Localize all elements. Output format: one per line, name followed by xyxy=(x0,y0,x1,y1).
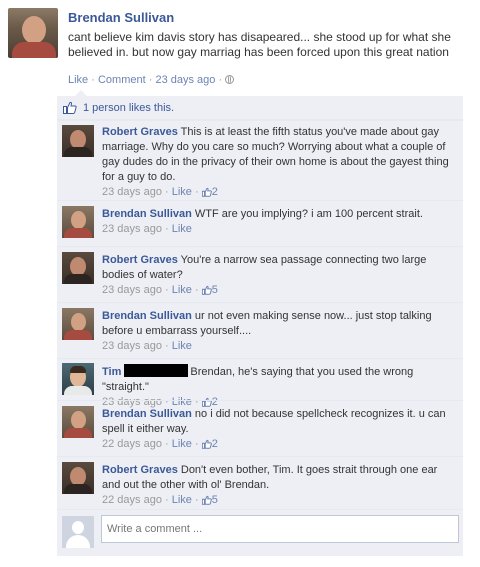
commenter-avatar[interactable] xyxy=(62,125,94,157)
comment-time[interactable]: 22 days ago xyxy=(102,494,162,506)
comment-like-link[interactable]: Like xyxy=(172,186,192,198)
comment-time[interactable]: 23 days ago xyxy=(102,284,162,296)
separator: · xyxy=(91,74,95,86)
likes-summary: 1 person likes this. xyxy=(57,96,463,120)
author-avatar[interactable] xyxy=(8,8,58,58)
commenter-avatar[interactable] xyxy=(62,363,94,395)
comment-time[interactable]: 23 days ago xyxy=(102,186,162,198)
comment-like-link[interactable]: Like xyxy=(172,223,192,235)
commenter-avatar[interactable] xyxy=(62,206,94,238)
comment-like-count[interactable]: 5 xyxy=(212,494,218,506)
comment-time[interactable]: 23 days ago xyxy=(102,223,162,235)
comment-author[interactable]: Brendan Sullivan xyxy=(102,408,192,420)
comment-like-count[interactable]: 2 xyxy=(212,438,218,450)
commenter-avatar[interactable] xyxy=(62,252,94,284)
comment-author[interactable]: Brendan Sullivan xyxy=(102,208,192,220)
thumbs-up-icon xyxy=(201,495,212,505)
post-actions: Like · Comment · 23 days ago · xyxy=(68,74,235,86)
comment-like-link[interactable]: Like xyxy=(172,284,192,296)
comment-like-link[interactable]: Like xyxy=(172,340,192,352)
likes-count-link[interactable]: 1 person likes this. xyxy=(83,102,174,114)
comment-input[interactable] xyxy=(101,515,459,543)
viewer-avatar xyxy=(62,516,94,548)
commenter-avatar[interactable] xyxy=(62,406,94,438)
comment-item: Robert Graves Don't even bother, Tim. It… xyxy=(57,456,463,509)
globe-icon[interactable] xyxy=(225,75,235,84)
post-timestamp[interactable]: 23 days ago xyxy=(155,74,215,86)
ufi-feedback-panel: 1 person likes this. Robert Graves This … xyxy=(57,90,463,556)
comment-like-link[interactable]: Like xyxy=(172,438,192,450)
post-text: cant believe kim davis story has disapea… xyxy=(68,30,451,59)
comment-like-count[interactable]: 5 xyxy=(212,284,218,296)
post-comment-link[interactable]: Comment xyxy=(98,74,146,86)
comment-meta: 23 days ago · Like · 2 xyxy=(102,186,218,198)
thumbs-up-icon xyxy=(201,439,212,449)
comment-like-link[interactable]: Like xyxy=(172,494,192,506)
comment-author[interactable]: Brendan Sullivan xyxy=(102,310,192,322)
commenter-avatar[interactable] xyxy=(62,308,94,340)
redaction-bar xyxy=(124,364,189,377)
post-like-link[interactable]: Like xyxy=(68,74,88,86)
comment-composer xyxy=(57,509,463,555)
comment-item: Brendan Sullivan ur not even making sens… xyxy=(57,302,463,358)
comment-item: Tim Brendan, he's saying that you used th… xyxy=(57,358,463,408)
comment-like-count[interactable]: 2 xyxy=(212,186,218,198)
comment-meta: 22 days ago · Like · 5 xyxy=(102,494,218,506)
thumbs-up-icon xyxy=(63,101,77,117)
commenter-avatar[interactable] xyxy=(62,462,94,494)
comment-author[interactable]: Robert Graves xyxy=(102,126,178,138)
thumbs-up-icon xyxy=(201,285,212,295)
post-author-name[interactable]: Brendan Sullivan xyxy=(68,10,174,25)
comment-author[interactable]: Robert Graves xyxy=(102,464,178,476)
comment-author[interactable]: Tim xyxy=(102,366,121,378)
comment-item: Robert Graves This is at least the fifth… xyxy=(57,120,463,200)
comment-meta: 23 days ago · Like xyxy=(102,223,192,235)
comment-text: WTF are you implying? i am 100 percent s… xyxy=(194,208,423,220)
comment-meta: 23 days ago · Like · 5 xyxy=(102,284,218,296)
comment-item: Brendan Sullivan no i did not because sp… xyxy=(57,400,463,456)
comment-item: Robert Graves You're a narrow sea passag… xyxy=(57,246,463,302)
separator: · xyxy=(148,74,153,86)
comment-item: Brendan Sullivan WTF are you implying? i… xyxy=(57,200,463,246)
comment-author[interactable]: Robert Graves xyxy=(102,254,178,266)
comment-meta: 22 days ago · Like · 2 xyxy=(102,438,218,450)
separator: · xyxy=(218,74,223,86)
comment-time[interactable]: 23 days ago xyxy=(102,340,162,352)
thumbs-up-icon xyxy=(201,187,212,197)
comment-time[interactable]: 22 days ago xyxy=(102,438,162,450)
comment-meta: 23 days ago · Like xyxy=(102,340,192,352)
